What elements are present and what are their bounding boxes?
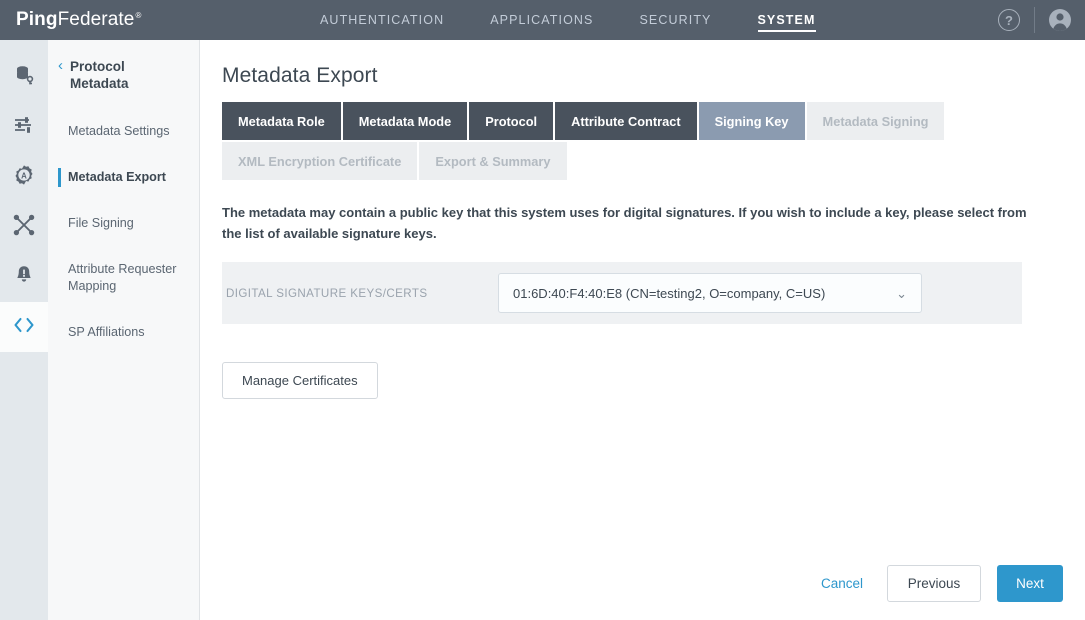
digital-signature-keys-label: DIGITAL SIGNATURE KEYS/CERTS <box>226 286 428 300</box>
sidebar-item-file-signing[interactable]: File Signing <box>48 206 199 241</box>
chevron-left-icon: ‹ <box>58 57 63 74</box>
digital-signature-keys-select[interactable]: 01:6D:40:F4:40:E8 (CN=testing2, O=compan… <box>498 273 922 313</box>
tab-xml-encryption-certificate: XML Encryption Certificate <box>222 142 418 180</box>
sidebar-item-metadata-settings[interactable]: Metadata Settings <box>48 114 199 149</box>
nav-item-system[interactable]: SYSTEM <box>757 0 816 40</box>
code-brackets-icon <box>12 315 36 340</box>
tab-protocol[interactable]: Protocol <box>469 102 554 140</box>
tab-metadata-signing: Metadata Signing <box>806 102 945 140</box>
user-silhouette-icon <box>1052 13 1068 31</box>
rail-item-gear-authentication[interactable]: A <box>0 152 48 202</box>
tab-metadata-mode[interactable]: Metadata Mode <box>342 102 468 140</box>
tab-metadata-role[interactable]: Metadata Role <box>222 102 341 140</box>
brand-primary-text: Ping <box>16 9 58 30</box>
chevron-down-icon: ⌄ <box>896 285 907 301</box>
nav-item-security[interactable]: SECURITY <box>639 0 711 40</box>
cancel-button[interactable]: Cancel <box>813 570 871 597</box>
shuffle-mapping-icon <box>13 214 35 241</box>
next-button[interactable]: Next <box>997 565 1063 602</box>
rail-item-database-key[interactable] <box>0 52 48 102</box>
help-glyph: ? <box>1005 12 1013 28</box>
top-header-bar: Ping Federate ® AUTHENTICATION APPLICATION… <box>0 0 1085 40</box>
digital-signature-form-row: DIGITAL SIGNATURE KEYS/CERTS 01:6D:40:F4… <box>222 262 1022 324</box>
database-key-icon <box>13 64 35 91</box>
breadcrumb-back-label: Protocol Metadata <box>70 59 129 91</box>
icon-rail: A <box>0 40 48 620</box>
nav-item-authentication[interactable]: AUTHENTICATION <box>320 0 444 40</box>
user-avatar-icon[interactable] <box>1049 9 1071 31</box>
sliders-settings-icon <box>13 114 35 141</box>
brand-logo[interactable]: Ping Federate ® <box>0 9 320 31</box>
body-container: A ‹ Protocol Metadata Metadata Settings … <box>0 40 1085 620</box>
tab-signing-key[interactable]: Signing Key <box>698 102 805 140</box>
application-window: Ping Federate ® AUTHENTICATION APPLICATION… <box>0 0 1085 620</box>
header-divider <box>1034 7 1035 33</box>
nav-item-applications[interactable]: APPLICATIONS <box>490 0 593 40</box>
sub-sidebar: ‹ Protocol Metadata Metadata Settings Me… <box>48 40 200 620</box>
help-circle-icon[interactable]: ? <box>998 9 1020 31</box>
sidebar-item-metadata-export[interactable]: Metadata Export <box>48 160 199 195</box>
gear-authentication-icon: A <box>13 164 35 191</box>
sidebar-item-sp-affiliations[interactable]: SP Affiliations <box>48 315 199 350</box>
rail-spacer <box>0 352 48 620</box>
wizard-tab-strip: Metadata Role Metadata Mode Protocol Att… <box>222 102 984 180</box>
footer-actions: Cancel Previous Next <box>813 565 1063 602</box>
main-content: Metadata Export Metadata Role Metadata M… <box>200 40 1085 620</box>
page-title: Metadata Export <box>222 64 378 87</box>
header-actions: ? <box>998 0 1071 40</box>
page-description: The metadata may contain a public key th… <box>222 205 1027 241</box>
previous-button[interactable]: Previous <box>887 565 981 602</box>
tab-export-and-summary: Export & Summary <box>419 142 567 180</box>
manage-certificates-button[interactable]: Manage Certificates <box>222 362 378 399</box>
brand-secondary-text: Federate <box>57 9 135 30</box>
sidebar-item-attribute-requester-mapping[interactable]: Attribute Requester Mapping <box>48 252 199 304</box>
breadcrumb-back-protocol-metadata[interactable]: ‹ Protocol Metadata <box>48 58 199 92</box>
brand-registered-mark: ® <box>135 11 142 20</box>
rail-item-shuffle-mapping[interactable] <box>0 202 48 252</box>
rail-item-sliders-settings[interactable] <box>0 102 48 152</box>
digital-signature-keys-value: 01:6D:40:F4:40:E8 (CN=testing2, O=compan… <box>513 285 826 301</box>
rail-item-bell-alert[interactable] <box>0 252 48 302</box>
top-navigation: AUTHENTICATION APPLICATIONS SECURITY SYS… <box>320 0 816 40</box>
bell-alert-icon <box>13 264 35 291</box>
rail-item-code-brackets[interactable] <box>0 302 48 352</box>
tab-attribute-contract[interactable]: Attribute Contract <box>555 102 697 140</box>
svg-text:A: A <box>21 171 27 180</box>
